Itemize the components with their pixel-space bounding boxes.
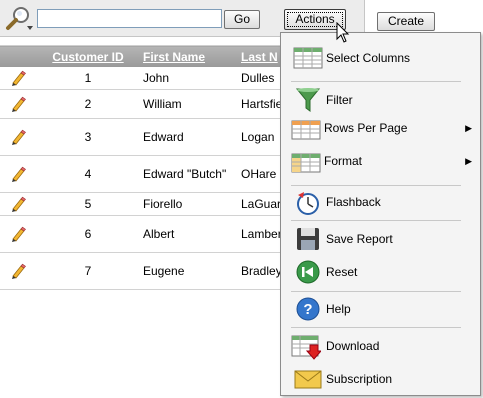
- menu-item-format[interactable]: Format ▶: [281, 146, 480, 176]
- table-row: 5 Fiorello LaGuar: [0, 192, 290, 216]
- customer-id-cell: 1: [38, 67, 138, 90]
- menu-label: Reset: [326, 265, 358, 279]
- edit-pencil-icon[interactable]: [10, 226, 26, 242]
- edit-cell[interactable]: [0, 252, 38, 290]
- first-name-cell: Eugene: [138, 252, 236, 290]
- menu-label: Format: [324, 154, 363, 168]
- edit-column-header: [0, 45, 38, 67]
- first-name-cell: Albert: [138, 215, 236, 253]
- menu-item-subscription[interactable]: Subscription: [281, 364, 480, 394]
- edit-cell[interactable]: [0, 215, 38, 253]
- filter-icon: [295, 88, 321, 112]
- edit-cell[interactable]: [0, 118, 38, 156]
- menu-label: Subscription: [326, 372, 393, 386]
- submenu-arrow-icon: ▶: [465, 156, 472, 166]
- first-name-cell: Fiorello: [138, 192, 236, 216]
- menu-item-reset[interactable]: Reset: [281, 257, 480, 287]
- edit-pencil-icon[interactable]: [10, 166, 26, 182]
- menu-item-flashback[interactable]: Flashback: [281, 187, 480, 217]
- save-icon: [297, 228, 319, 250]
- flashback-icon: [297, 192, 319, 215]
- edit-pencil-icon[interactable]: [10, 129, 26, 145]
- edit-cell[interactable]: [0, 67, 38, 90]
- first-name-cell: Edward: [138, 118, 236, 156]
- report-table: Customer ID First Name Last N 1 John Dulle…: [0, 45, 290, 290]
- mouse-cursor-icon: [336, 22, 350, 43]
- customer-id-header[interactable]: Customer ID: [38, 45, 138, 67]
- menu-label: Download: [326, 339, 380, 353]
- menu-label: Save Report: [326, 232, 393, 246]
- menu-label: Flashback: [326, 195, 381, 209]
- menu-label: Rows Per Page: [324, 121, 408, 135]
- menu-item-save-report[interactable]: Save Report: [281, 224, 480, 254]
- menu-label: Help: [326, 302, 351, 316]
- svg-text:?: ?: [303, 301, 312, 318]
- first-name-cell: Edward "Butch": [138, 155, 236, 193]
- table-row: 1 John Dulles: [0, 67, 290, 90]
- create-button[interactable]: Create: [377, 12, 435, 31]
- menu-divider: [291, 327, 461, 328]
- edit-pencil-icon[interactable]: [10, 263, 26, 279]
- table-row: 4 Edward "Butch" OHare: [0, 155, 290, 193]
- table-row: 7 Eugene Bradley: [0, 252, 290, 290]
- edit-pencil-icon[interactable]: [10, 70, 26, 86]
- edit-pencil-icon[interactable]: [10, 96, 26, 112]
- first-name-cell: John: [138, 67, 236, 90]
- menu-label: Select Columns: [326, 51, 411, 65]
- customer-id-cell: 7: [38, 252, 138, 290]
- format-icon: [291, 153, 321, 173]
- menu-label: Filter: [326, 93, 353, 107]
- subscription-icon: [294, 370, 322, 389]
- customer-id-cell: 2: [38, 89, 138, 119]
- menu-item-filter[interactable]: Filter: [281, 85, 480, 115]
- submenu-arrow-icon: ▶: [465, 123, 472, 133]
- menu-item-help[interactable]: ? Help: [281, 294, 480, 324]
- edit-cell[interactable]: [0, 192, 38, 216]
- table-row: 6 Albert Lamber: [0, 215, 290, 253]
- menu-divider: [291, 81, 461, 82]
- download-icon: [291, 335, 321, 360]
- menu-item-rows-per-page[interactable]: Rows Per Page ▶: [281, 113, 480, 143]
- first-name-cell: William: [138, 89, 236, 119]
- actions-menu: Select Columns Filter Rows Per Page ▶ Fo…: [280, 32, 481, 396]
- help-icon: ?: [296, 297, 320, 321]
- table-row: 2 William Hartsfie: [0, 89, 290, 119]
- table-row: 3 Edward Logan: [0, 118, 290, 156]
- select-columns-icon: [293, 47, 323, 69]
- edit-cell[interactable]: [0, 89, 38, 119]
- menu-divider: [291, 291, 461, 292]
- customer-id-cell: 5: [38, 192, 138, 216]
- first-name-header[interactable]: First Name: [138, 45, 236, 67]
- menu-item-download[interactable]: Download: [281, 331, 480, 361]
- menu-divider: [291, 185, 461, 186]
- reset-icon: [296, 260, 320, 284]
- rows-per-page-icon: [291, 120, 321, 140]
- menu-item-select-columns[interactable]: Select Columns: [281, 43, 480, 73]
- search-icon[interactable]: [5, 5, 35, 33]
- search-input[interactable]: [37, 9, 222, 28]
- table-header-row: Customer ID First Name Last N: [0, 45, 290, 67]
- customer-id-cell: 6: [38, 215, 138, 253]
- edit-cell[interactable]: [0, 155, 38, 193]
- edit-pencil-icon[interactable]: [10, 196, 26, 212]
- customer-id-cell: 4: [38, 155, 138, 193]
- go-button[interactable]: Go: [224, 10, 260, 29]
- menu-divider: [291, 220, 461, 221]
- customer-id-cell: 3: [38, 118, 138, 156]
